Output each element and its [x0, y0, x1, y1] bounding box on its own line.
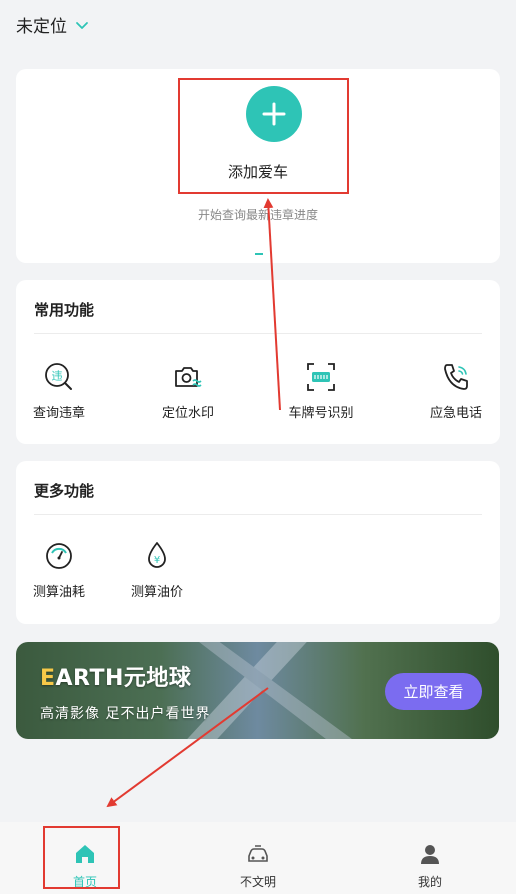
banner-brand-rest: ARTH元地球 [55, 666, 192, 691]
fuel-drop-icon: ¥ [148, 542, 166, 568]
divider [34, 333, 482, 334]
function-label: 查询违章 [32, 406, 85, 421]
banner-title: EARTH元地球 [40, 660, 191, 692]
gauge-icon [46, 543, 72, 569]
page-indicator [255, 253, 263, 255]
home-icon [76, 845, 94, 863]
view-now-button[interactable]: 立即查看 [385, 673, 482, 710]
function-plate-recognition[interactable]: 车牌号识别 [276, 360, 366, 421]
location-label: 未定位 [16, 17, 67, 37]
plate-scan-icon [307, 363, 335, 391]
location-selector[interactable]: 未定位 [16, 12, 89, 37]
tab-mine[interactable]: 我的 [390, 842, 470, 890]
tab-label: 不文明 [239, 875, 276, 889]
user-icon [421, 845, 439, 864]
phone-icon [444, 364, 468, 390]
tab-label: 我的 [417, 875, 442, 889]
tab-label: 首页 [72, 875, 97, 889]
svg-text:¥: ¥ [154, 555, 160, 566]
add-car-subtitle: 开始查询最新违章进度 [197, 208, 318, 222]
add-car-button[interactable] [246, 86, 302, 142]
function-label: 应急电话 [429, 406, 482, 421]
more-functions-title: 更多功能 [34, 482, 95, 500]
function-emergency-call[interactable]: 应急电话 [411, 360, 501, 421]
tab-uncivilized[interactable]: 不文明 [218, 842, 298, 890]
common-functions-card: 常用功能 违 查询违章 定位水印 车牌号识别 应急电话 [16, 280, 500, 444]
chevron-down-icon [76, 21, 88, 29]
banner-brand-first: E [40, 666, 56, 691]
banner-subtitle: 高清影像 足不出户看世界 [40, 706, 211, 722]
function-fuel-consumption[interactable]: 测算油耗 [14, 539, 104, 600]
add-car-label[interactable]: 添加爱车 [16, 161, 500, 182]
bottom-tab-bar: 首页 不文明 我的 [0, 822, 516, 894]
violation-search-icon: 违 [45, 363, 72, 390]
overpass-illustration [187, 642, 352, 739]
plus-icon [262, 102, 286, 126]
function-label: 定位水印 [161, 406, 214, 421]
function-label: 测算油耗 [32, 585, 85, 600]
common-functions-title: 常用功能 [34, 301, 95, 319]
tab-home[interactable]: 首页 [45, 842, 125, 890]
divider [34, 514, 482, 515]
function-label: 测算油价 [130, 585, 183, 600]
function-violation-query[interactable]: 违 查询违章 [14, 360, 104, 421]
add-car-card: 添加爱车 开始查询最新违章进度 [16, 69, 500, 263]
car-icon [248, 845, 268, 862]
function-location-watermark[interactable]: 定位水印 [143, 360, 233, 421]
more-functions-card: 更多功能 测算油耗 ¥ 测算油价 [16, 461, 500, 624]
function-label: 车牌号识别 [288, 406, 354, 421]
function-fuel-price[interactable]: ¥ 测算油价 [112, 539, 202, 600]
svg-text:违: 违 [52, 370, 63, 383]
earth-banner[interactable]: EARTH元地球 高清影像 足不出户看世界 立即查看 [16, 642, 499, 739]
camera-watermark-icon [175, 367, 202, 387]
